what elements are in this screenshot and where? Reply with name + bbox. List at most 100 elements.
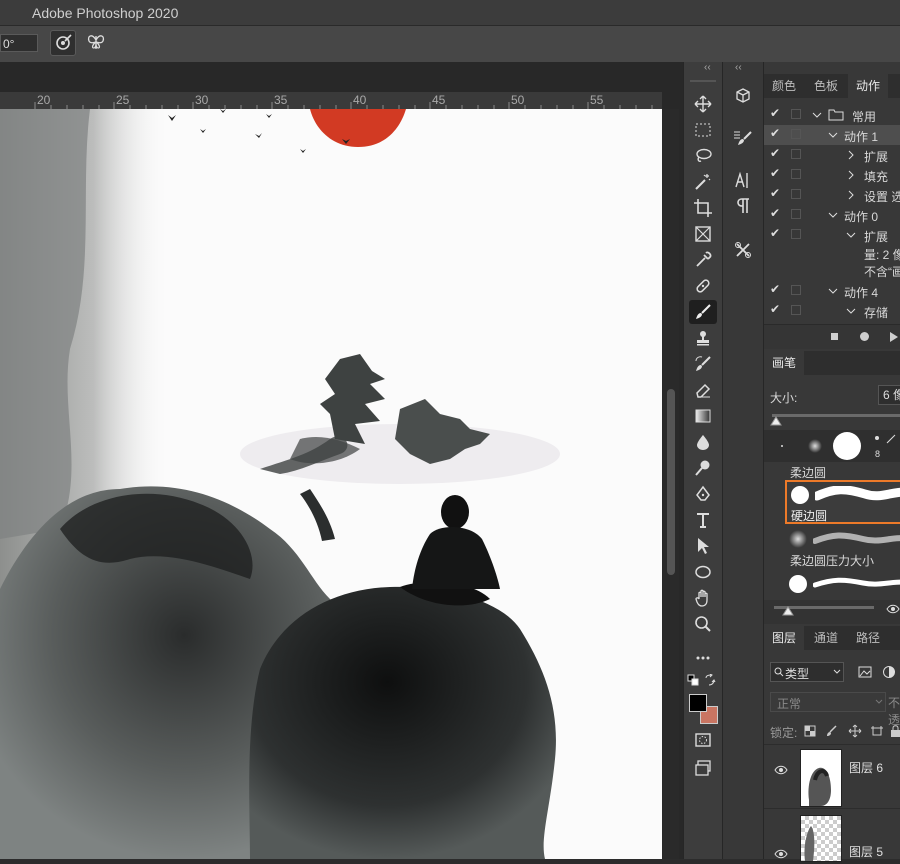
dialog-toggle[interactable] — [791, 109, 801, 119]
dialog-toggle[interactable] — [791, 149, 801, 159]
size-slider-thumb[interactable] — [770, 416, 782, 426]
check-icon[interactable]: ✔ — [770, 106, 780, 120]
brush-tip-small[interactable] — [781, 445, 783, 447]
action-row[interactable]: ✔ 扩展 — [764, 145, 900, 165]
chevron-right-icon[interactable] — [846, 190, 856, 200]
check-icon[interactable]: ✔ — [770, 166, 780, 180]
document-canvas[interactable] — [0, 109, 662, 859]
brush-name[interactable]: 柔边圆 — [790, 464, 826, 481]
hand-tool[interactable] — [689, 586, 717, 610]
angle-field[interactable]: 0° — [0, 34, 38, 52]
collapse-icons-button[interactable]: ‹‹ — [735, 62, 742, 73]
crop-tool[interactable] — [689, 196, 717, 220]
gradient-tool[interactable] — [689, 404, 717, 428]
eraser-tool[interactable] — [689, 378, 717, 402]
collapse-toolbar-button[interactable]: ‹‹ — [704, 62, 711, 73]
eyedropper-tool[interactable] — [689, 248, 717, 272]
action-row-selected[interactable]: ✔ 动作 1 — [764, 125, 900, 145]
screen-mode-button[interactable] — [689, 756, 717, 780]
dialog-toggle[interactable] — [791, 305, 801, 315]
clone-stamp-tool[interactable] — [689, 326, 717, 350]
dialog-toggle[interactable] — [791, 129, 801, 139]
marquee-tool[interactable] — [689, 118, 717, 142]
stop-icon[interactable] — [831, 333, 838, 340]
chevron-down-icon[interactable] — [846, 306, 856, 316]
swap-colors-icon[interactable] — [704, 674, 718, 686]
3d-panel-button[interactable] — [729, 84, 757, 108]
lock-position-icon[interactable] — [848, 724, 862, 738]
tab-channels[interactable]: 通道 — [806, 626, 846, 650]
brush-item[interactable] — [785, 572, 900, 600]
history-brush-tool[interactable] — [689, 352, 717, 376]
play-icon[interactable] — [889, 331, 899, 343]
path-selection-tool[interactable] — [689, 534, 717, 558]
check-icon[interactable]: ✔ — [770, 126, 780, 140]
brush-tool[interactable] — [689, 300, 717, 324]
action-row[interactable]: ✔ 填充 — [764, 165, 900, 185]
chevron-right-icon[interactable] — [846, 150, 856, 160]
lock-transparent-icon[interactable] — [804, 725, 816, 737]
action-row[interactable]: ✔ 动作 4 — [764, 281, 900, 301]
chevron-down-icon[interactable] — [828, 286, 838, 296]
lasso-tool[interactable] — [689, 144, 717, 168]
brush-settings-button[interactable] — [729, 126, 757, 150]
ellipse-tool[interactable] — [689, 560, 717, 584]
lock-pixels-icon[interactable] — [826, 725, 838, 737]
check-icon[interactable]: ✔ — [770, 186, 780, 200]
chevron-down-icon[interactable] — [828, 130, 838, 140]
brush-item-selected[interactable]: 硬边圆 — [785, 480, 900, 524]
chevron-down-icon[interactable] — [846, 230, 856, 240]
brush-tip-hard[interactable] — [833, 432, 861, 460]
tab-color[interactable]: 颜色 — [764, 74, 804, 98]
check-icon[interactable]: ✔ — [770, 302, 780, 316]
pressure-target-button[interactable] — [50, 30, 76, 56]
tab-swatches[interactable]: 色板 — [806, 74, 846, 98]
healing-brush-tool[interactable] — [689, 274, 717, 298]
blend-mode-select[interactable]: 正常 — [770, 692, 886, 712]
scrollbar-thumb[interactable] — [667, 389, 675, 575]
brush-tip-soft[interactable] — [808, 439, 822, 453]
tab-paths[interactable]: 路径 — [848, 626, 888, 650]
action-row[interactable]: ✔ 动作 0 — [764, 205, 900, 225]
action-row[interactable]: ✔ 扩展 — [764, 225, 900, 245]
quick-mask-button[interactable] — [689, 728, 717, 752]
record-icon[interactable] — [860, 332, 869, 341]
chevron-right-icon[interactable] — [846, 170, 856, 180]
move-tool[interactable] — [689, 92, 717, 116]
tab-layers[interactable]: 图层 — [764, 626, 805, 650]
tab-actions[interactable]: 动作 — [848, 74, 889, 98]
tool-presets-button[interactable] — [729, 238, 757, 262]
default-colors-icon[interactable] — [687, 674, 699, 686]
pen-tool[interactable] — [689, 482, 717, 506]
eye-icon[interactable] — [886, 603, 900, 615]
size-field[interactable]: 6 像 — [878, 385, 900, 405]
brush-tip-custom[interactable] — [875, 436, 879, 440]
dodge-tool[interactable] — [689, 456, 717, 480]
check-icon[interactable]: ✔ — [770, 226, 780, 240]
lock-all-icon[interactable] — [890, 724, 900, 738]
adjustment-filter-icon[interactable] — [882, 665, 896, 679]
character-panel-button[interactable] — [729, 168, 757, 192]
layer-filter-select[interactable]: 类型 — [770, 662, 844, 682]
layer-name[interactable]: 图层 6 — [849, 759, 883, 776]
action-row[interactable]: ✔ 设置 选 — [764, 185, 900, 205]
preview-slider-thumb[interactable] — [782, 606, 794, 616]
frame-tool[interactable] — [689, 222, 717, 246]
check-icon[interactable]: ✔ — [770, 282, 780, 296]
symmetry-button[interactable] — [84, 30, 110, 56]
eye-icon[interactable] — [774, 849, 788, 859]
size-slider-track[interactable] — [772, 414, 900, 417]
layer-row[interactable]: 图层 5 — [764, 808, 900, 862]
blur-tool[interactable] — [689, 430, 717, 454]
layer-row[interactable]: 图层 6 — [764, 744, 900, 807]
zoom-tool[interactable] — [689, 612, 717, 636]
check-icon[interactable]: ✔ — [770, 206, 780, 220]
image-filter-icon[interactable] — [858, 666, 872, 678]
lock-artboard-icon[interactable] — [870, 725, 884, 737]
dialog-toggle[interactable] — [791, 169, 801, 179]
edit-toolbar-button[interactable] — [689, 646, 717, 670]
layer-name[interactable]: 图层 5 — [849, 843, 883, 860]
brush-item[interactable]: 柔边圆压力大小 — [785, 526, 900, 570]
dialog-toggle[interactable] — [791, 209, 801, 219]
magic-wand-tool[interactable] — [689, 170, 717, 194]
